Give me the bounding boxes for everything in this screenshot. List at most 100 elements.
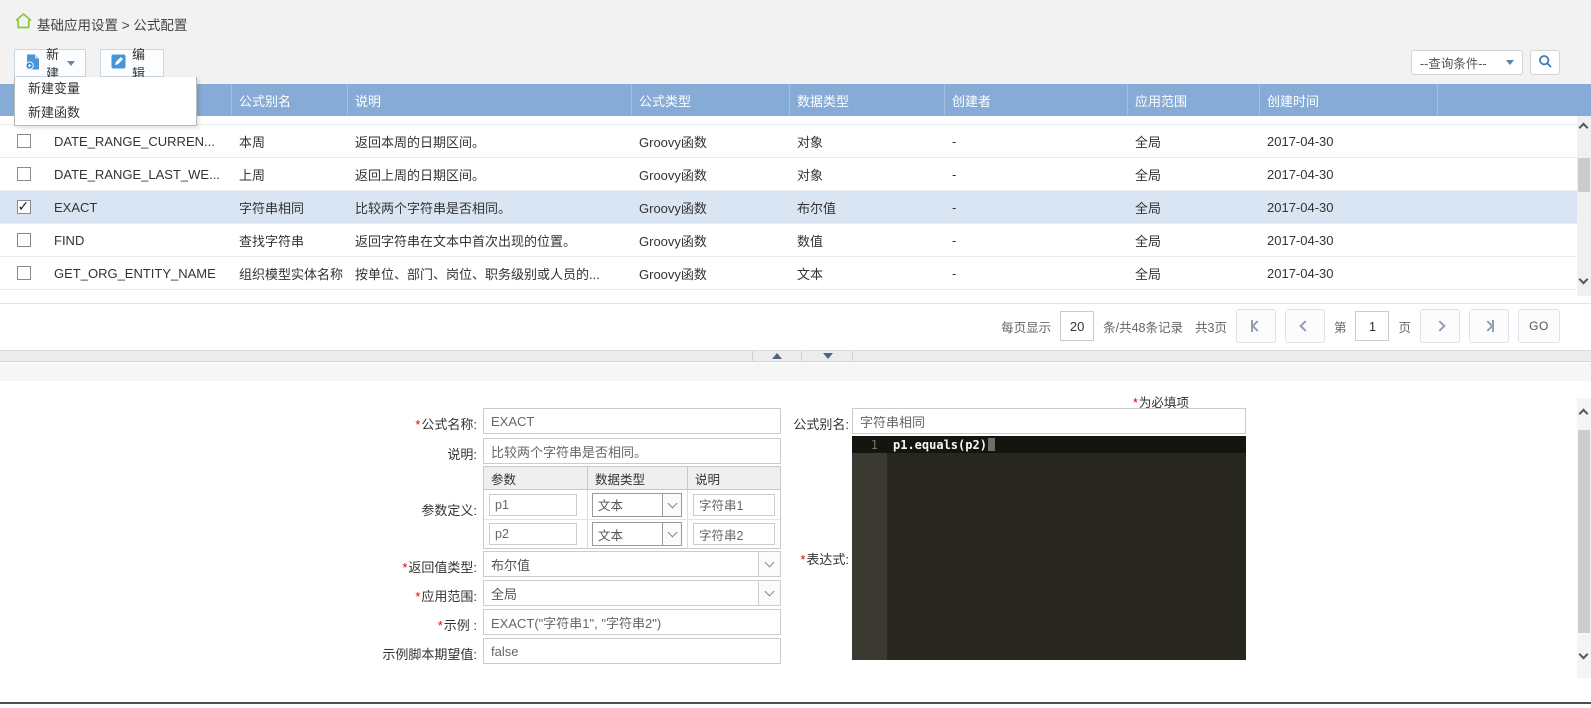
cell-alias: 本周 [239, 134, 266, 150]
scrollbar-thumb[interactable] [1578, 430, 1590, 633]
breadcrumb: 基础应用设置 > 公式配置 [37, 18, 188, 33]
next-page-icon [1434, 320, 1446, 332]
table-row[interactable]: FIND 查找字符串 返回字符串在文本中首次出现的位置。 Groovy函数 数值… [0, 224, 1591, 257]
return-type-label: *返回值类型: [402, 560, 477, 575]
param-type-select[interactable]: 文本 [592, 522, 682, 546]
expression-editor[interactable]: 1 p1.equals(p2) [852, 436, 1246, 660]
table-row-selected[interactable]: EXACT 字符串相同 比较两个字符串是否相同。 Groovy函数 布尔值 - … [0, 191, 1591, 224]
cell-scope: 全局 [1135, 167, 1162, 183]
param-type-select[interactable]: 文本 [592, 492, 682, 517]
cell-scope: 全局 [1135, 233, 1162, 249]
divider [0, 303, 1591, 304]
column-alias: 公式别名 [232, 84, 348, 116]
table-row[interactable]: DATE_RANGE_LAST_WE... 上周 返回上周的日期区间。 Groo… [0, 158, 1591, 191]
menu-item-new-function[interactable]: 新建函数 [15, 101, 196, 125]
cell-type: Groovy函数 [639, 167, 707, 183]
column-type: 公式类型 [632, 84, 790, 116]
param-desc-input[interactable] [693, 523, 775, 545]
cell-created: 2017-04-30 [1267, 232, 1334, 248]
menu-item-new-variable[interactable]: 新建变量 [15, 77, 196, 101]
cell-data-type: 数值 [797, 233, 824, 249]
search-icon [1538, 54, 1553, 72]
triangle-up-icon [772, 353, 782, 359]
cell-desc: 返回上周的日期区间。 [355, 167, 486, 183]
scrollbar-thumb[interactable] [1578, 158, 1590, 192]
column-data-type: 数据类型 [790, 84, 945, 116]
panel-splitter[interactable] [0, 350, 1591, 362]
new-button[interactable]: 新建 [14, 47, 86, 81]
table-row[interactable]: DATE_RANGE_CURREN... 本周 返回本周的日期区间。 Groov… [0, 125, 1591, 158]
cell-alias: 字符串相同 [239, 200, 305, 216]
panel-scrollbar[interactable] [1577, 398, 1591, 678]
page-number-input[interactable] [1355, 311, 1390, 341]
edit-document-icon [111, 54, 126, 72]
row-checkbox[interactable] [16, 134, 31, 148]
cell-scope: 全局 [1135, 266, 1162, 282]
collapse-down-button[interactable] [803, 351, 853, 361]
row-checkbox[interactable] [16, 167, 31, 181]
records-info: 条/共48条记录 [1103, 320, 1184, 335]
collapse-up-button[interactable] [752, 351, 802, 361]
description-label: 说明: [447, 447, 477, 462]
cell-desc: 返回字符串在文本中首次出现的位置。 [355, 233, 577, 249]
last-page-button[interactable] [1469, 309, 1509, 343]
cell-name: EXACT [54, 199, 98, 215]
query-condition-select[interactable]: --查询条件-- [1411, 50, 1523, 75]
per-page-input[interactable] [1060, 311, 1095, 341]
total-pages: 共3页 [1195, 320, 1227, 335]
pagination-bar: 每页显示 条/共48条记录 共3页 第 页 GO [1001, 305, 1560, 347]
cell-data-type: 文本 [797, 266, 824, 282]
table-scrollbar[interactable] [1577, 116, 1591, 296]
column-desc: 说明 [348, 84, 632, 116]
expected-value-input[interactable] [483, 638, 781, 664]
row-checkbox-checked[interactable] [16, 200, 31, 214]
chevron-down-icon [667, 498, 677, 508]
new-dropdown-menu: 新建变量 新建函数 [14, 77, 197, 126]
scroll-up-icon[interactable] [1578, 122, 1589, 133]
param-definition-label: 参数定义: [421, 503, 477, 518]
param-table: 参数 数据类型 说明 文本 文本 [483, 466, 781, 549]
example-input[interactable] [483, 609, 781, 635]
cell-creator: - [952, 166, 957, 182]
cell-creator: - [952, 265, 957, 281]
go-button[interactable]: GO [1518, 309, 1560, 343]
param-row: 文本 [484, 519, 780, 548]
cell-data-type: 布尔值 [797, 200, 837, 216]
cell-scope: 全局 [1135, 134, 1162, 150]
cell-desc: 按单位、部门、岗位、职务级别或人员的... [355, 266, 600, 282]
home-icon[interactable] [14, 12, 33, 33]
cell-creator: - [952, 133, 957, 149]
example-label: *示例 : [437, 618, 477, 633]
triangle-down-icon [822, 353, 833, 359]
scope-select[interactable]: 全局 [483, 580, 781, 606]
param-desc-input[interactable] [693, 493, 775, 516]
table-row[interactable]: GET_ORG_ENTITY_NAME 组织模型实体名称 按单位、部门、岗位、职… [0, 257, 1591, 290]
cell-name: DATE_RANGE_CURREN... [54, 133, 215, 149]
first-page-button[interactable] [1235, 309, 1276, 343]
chevron-down-icon [1506, 60, 1514, 65]
cell-name: GET_ORG_ENTITY_NAME [54, 265, 216, 281]
cell-data-type: 对象 [797, 134, 824, 150]
scroll-down-icon[interactable] [1578, 649, 1589, 660]
top-bar: 基础应用设置 > 公式配置 新建 编辑 --查询条件-- [0, 0, 1591, 84]
param-name-input[interactable] [489, 523, 577, 545]
description-input[interactable] [483, 438, 781, 464]
row-checkbox[interactable] [16, 266, 31, 280]
cell-type: Groovy函数 [639, 266, 707, 282]
prev-page-button[interactable] [1284, 309, 1325, 343]
param-name-input[interactable] [489, 493, 577, 516]
column-created: 创建时间 [1260, 84, 1438, 116]
edit-button[interactable]: 编辑 [100, 47, 164, 81]
cell-data-type: 对象 [797, 167, 824, 183]
expected-value-label: 示例脚本期望值: [382, 647, 477, 662]
cell-created: 2017-04-30 [1267, 133, 1334, 149]
cell-creator: - [952, 199, 957, 215]
alias-input[interactable] [852, 408, 1246, 434]
row-checkbox[interactable] [16, 233, 31, 247]
next-page-button[interactable] [1420, 309, 1460, 343]
scroll-down-icon[interactable] [1578, 274, 1589, 285]
param-col-name: 参数 [484, 467, 588, 489]
scroll-up-icon[interactable] [1578, 408, 1589, 419]
search-button[interactable] [1530, 50, 1560, 75]
editor-cursor [987, 438, 995, 451]
